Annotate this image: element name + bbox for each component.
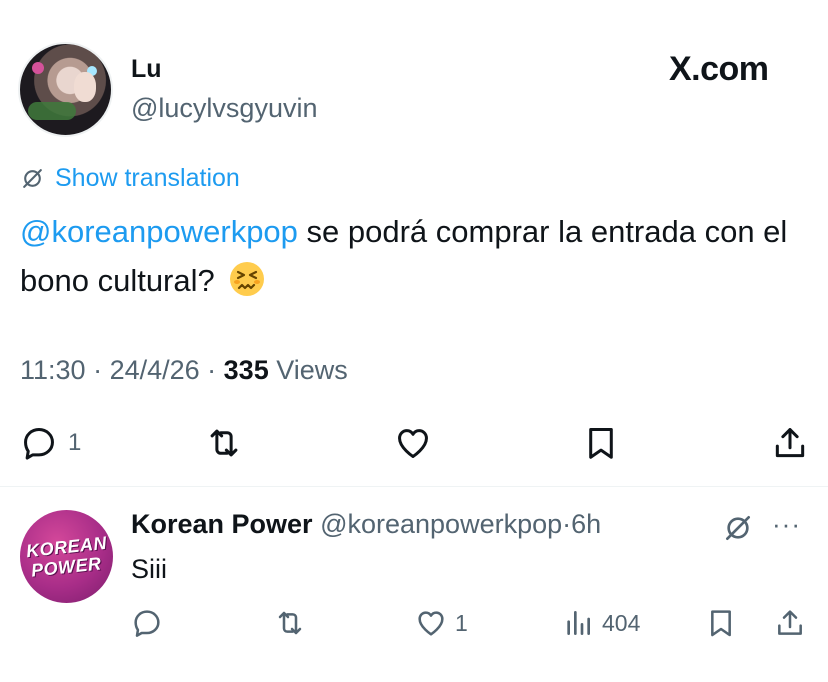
mention-link[interactable]: @koreanpowerkpop xyxy=(20,214,298,249)
comment-icon xyxy=(24,428,54,460)
views-label: Views xyxy=(276,355,348,385)
like-icon xyxy=(398,429,428,458)
avatar[interactable]: KOREAN POWER xyxy=(20,510,113,603)
tweet-meta: 11:30 · 24/4/26 · 335 Views xyxy=(20,355,348,385)
retweet-button[interactable] xyxy=(205,424,243,462)
retweet-icon xyxy=(210,429,238,457)
bookmark-icon xyxy=(589,428,613,459)
like-count: 1 xyxy=(455,609,468,636)
reply-tweet[interactable]: KOREAN POWER Korean Power @koreanpowerkp… xyxy=(0,487,828,682)
main-tweet: Lu @lucylvsgyuvin X.com Show translation… xyxy=(0,0,828,486)
share-icon xyxy=(778,610,802,635)
comment-icon xyxy=(134,610,160,637)
reply-display-name[interactable]: Korean Power xyxy=(131,509,313,539)
reply-text: Siii xyxy=(131,554,168,584)
user-handle[interactable]: @lucylvsgyuvin xyxy=(131,93,317,124)
share-icon xyxy=(775,428,805,458)
reply-button[interactable]: 1 xyxy=(20,424,81,462)
retweet-button[interactable] xyxy=(274,607,306,639)
site-logo: X.com xyxy=(669,50,769,88)
retweet-icon xyxy=(278,611,302,635)
confounded-face-emoji-icon xyxy=(230,262,265,296)
bookmark-button[interactable] xyxy=(582,424,620,462)
avatar[interactable] xyxy=(18,42,113,137)
tweet-text: @koreanpowerkpop se podrá comprar la ent… xyxy=(20,207,815,305)
translate-icon xyxy=(23,169,42,188)
share-button[interactable] xyxy=(774,607,806,639)
reply-button[interactable] xyxy=(131,607,163,639)
tweet-time[interactable]: 11:30 xyxy=(20,355,86,385)
reply-handle[interactable]: @koreanpowerkpop xyxy=(320,509,562,539)
share-button[interactable] xyxy=(771,424,809,462)
reply-actions: 1 404 xyxy=(0,607,828,643)
views-count: 335 xyxy=(223,355,269,385)
like-button[interactable] xyxy=(394,424,432,462)
like-button[interactable]: 1 xyxy=(415,607,468,639)
views-icon xyxy=(567,611,590,635)
translate-icon[interactable] xyxy=(722,512,754,544)
bookmark-icon xyxy=(711,610,731,637)
views-button[interactable]: 404 xyxy=(562,607,640,639)
display-name[interactable]: Lu xyxy=(131,55,162,84)
reply-count: 1 xyxy=(68,429,82,456)
reply-views-count: 404 xyxy=(602,609,641,636)
bookmark-button[interactable] xyxy=(705,607,737,639)
show-translation-label: Show translation xyxy=(55,164,240,192)
tweet-actions: 1 xyxy=(20,424,810,466)
reply-header: Korean Power @koreanpowerkpop·6h xyxy=(131,509,602,539)
tweet-date[interactable]: 24/4/26 xyxy=(110,355,200,385)
like-icon xyxy=(418,611,444,636)
reply-age[interactable]: 6h xyxy=(571,509,601,539)
show-translation-button[interactable]: Show translation xyxy=(20,164,240,193)
more-icon[interactable]: ··· xyxy=(772,509,801,540)
